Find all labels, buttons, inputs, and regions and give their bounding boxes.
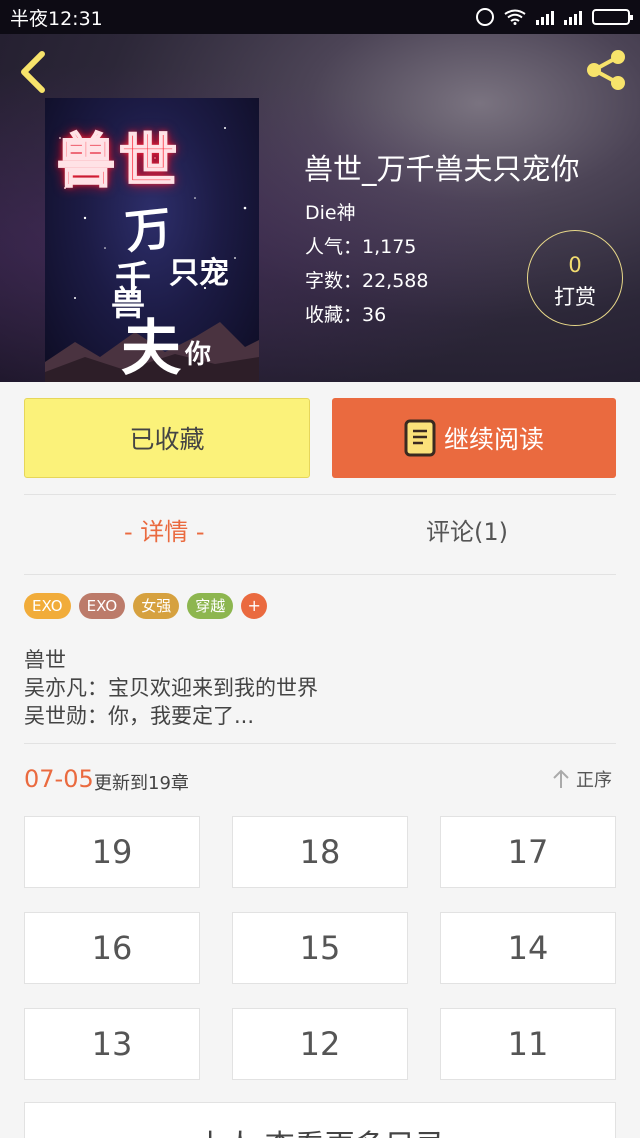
- divider: [24, 574, 616, 575]
- tag-item[interactable]: 穿越: [187, 593, 234, 619]
- favorites-stat: 收藏：36: [305, 304, 387, 326]
- book-author[interactable]: Die神: [305, 198, 356, 225]
- chapter-button[interactable]: 19: [24, 816, 200, 888]
- tip-button[interactable]: 0 打赏: [527, 230, 623, 326]
- alarm-icon: [476, 8, 494, 26]
- signal-icon-2: [564, 9, 582, 25]
- chapter-button[interactable]: 13: [24, 1008, 200, 1080]
- signal-icon: [536, 9, 554, 25]
- arrow-up-icon: [553, 769, 569, 788]
- description-line: 吴世勋：你，我要定了...: [24, 704, 255, 728]
- chapter-button[interactable]: 12: [232, 1008, 408, 1080]
- share-icon[interactable]: [582, 46, 630, 94]
- sort-order-button[interactable]: 正序: [552, 766, 612, 792]
- tag-item[interactable]: EXO: [24, 593, 71, 619]
- wifi-icon: [504, 9, 526, 25]
- add-tag-button[interactable]: +: [241, 593, 268, 619]
- book-cover[interactable]: 兽世 万 千 只宠 兽 夫 你: [45, 98, 259, 382]
- description-line: 兽世: [24, 648, 66, 672]
- continue-reading-label: 继续阅读: [443, 425, 544, 454]
- chapter-button[interactable]: 15: [232, 912, 408, 984]
- divider: [24, 494, 616, 495]
- more-catalog-button[interactable]: 土人 查看更多目录: [24, 1102, 616, 1138]
- book-description: 兽世 吴亦凡：宝贝欢迎来到我的世界 吴世勋：你，我要定了...: [24, 646, 318, 730]
- tip-label: 打赏: [554, 285, 596, 309]
- description-line: 吴亦凡：宝贝欢迎来到我的世界: [24, 676, 318, 700]
- more-catalog-label: 土人 查看更多目录: [195, 1129, 445, 1138]
- collected-button[interactable]: 已收藏: [24, 398, 310, 478]
- cover-calligraphy-3: 只宠: [169, 256, 229, 291]
- continue-reading-button[interactable]: 继续阅读: [332, 398, 616, 478]
- tab-detail[interactable]: - 详情 -: [124, 512, 205, 547]
- word-count-stat: 字数：22,588: [305, 270, 429, 292]
- status-bar: 半夜12:31: [0, 0, 640, 34]
- chapter-button[interactable]: 11: [440, 1008, 616, 1080]
- cover-calligraphy-5: 夫: [121, 314, 181, 382]
- tag-item[interactable]: EXO: [78, 593, 126, 619]
- book-icon: [404, 419, 436, 457]
- book-header: 兽世 万 千 只宠 兽 夫 你 兽世_万千兽夫只宠你 Die神 人气：1,175…: [0, 34, 640, 382]
- chapter-button[interactable]: 16: [24, 912, 200, 984]
- status-time: 半夜12:31: [10, 7, 103, 30]
- update-date: 07-05: [24, 765, 94, 793]
- chapter-button[interactable]: 17: [440, 816, 616, 888]
- divider: [24, 743, 616, 744]
- popularity-stat: 人气：1,175: [305, 236, 417, 258]
- collected-label: 已收藏: [129, 425, 205, 454]
- cover-neon-title: 兽世: [56, 126, 182, 196]
- chapter-button[interactable]: 14: [440, 912, 616, 984]
- chapter-button[interactable]: 18: [232, 816, 408, 888]
- sort-order-label: 正序: [576, 770, 612, 791]
- book-title: 兽世_万千兽夫只宠你: [304, 152, 580, 186]
- back-arrow-icon[interactable]: [14, 48, 54, 96]
- cover-calligraphy-6: 你: [185, 340, 212, 370]
- tag-item[interactable]: 女强: [133, 593, 180, 619]
- tab-comments[interactable]: 评论(1): [426, 512, 508, 547]
- battery-icon: [592, 9, 633, 25]
- tip-count: 0: [568, 253, 582, 277]
- update-text: 更新到19章: [94, 773, 189, 794]
- tag-list: EXO EXO 女强 穿越 +: [24, 593, 268, 619]
